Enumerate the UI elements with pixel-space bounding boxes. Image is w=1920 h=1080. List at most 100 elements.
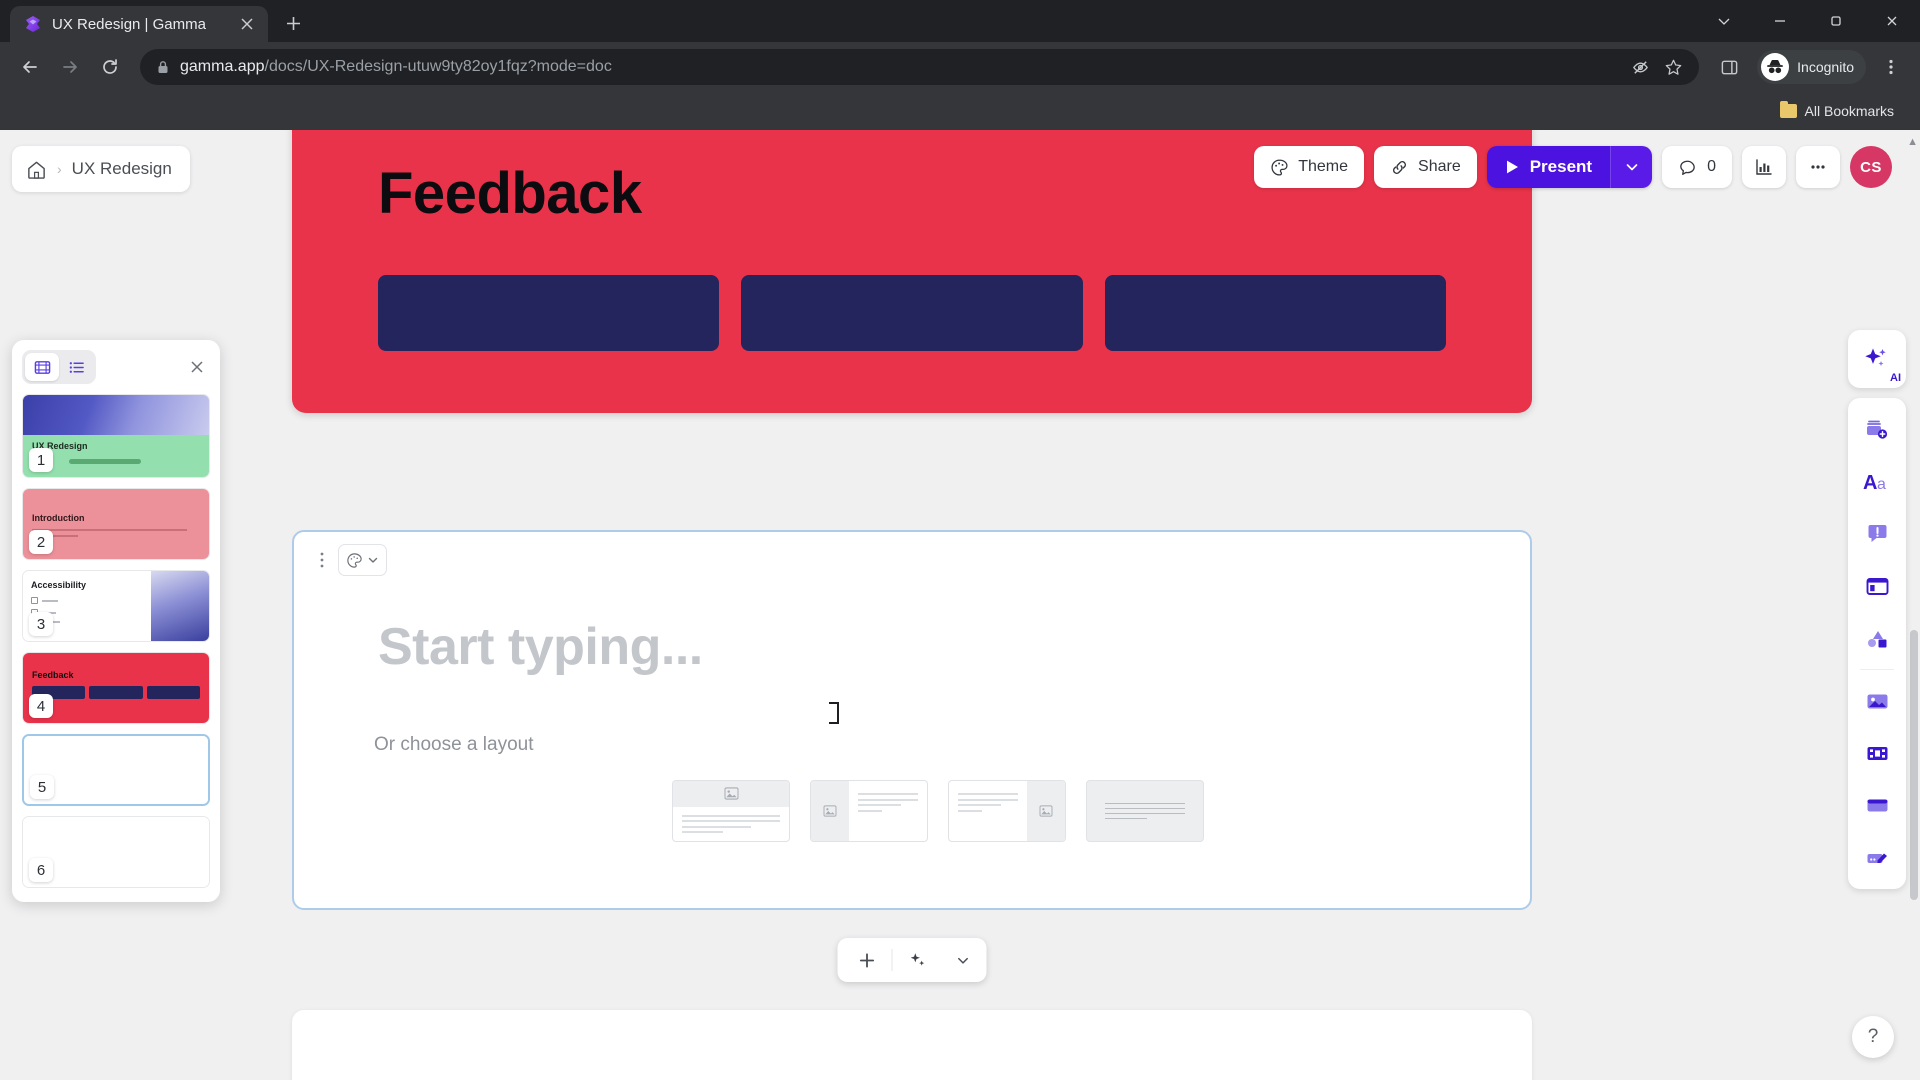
list-view-icon[interactable]: [59, 353, 93, 381]
layout-option-text-left-image-right[interactable]: [948, 780, 1066, 842]
slide-card-next[interactable]: [292, 1010, 1532, 1080]
ellipsis-icon: [1808, 157, 1828, 177]
reload-icon[interactable]: [92, 49, 128, 85]
ai-generate-button[interactable]: [893, 940, 943, 980]
comment-icon: [1678, 158, 1697, 177]
video-icon[interactable]: [1853, 729, 1901, 777]
breadcrumb-separator: ›: [57, 161, 62, 177]
all-bookmarks-button[interactable]: All Bookmarks: [1772, 99, 1902, 123]
slide-number: 1: [29, 448, 53, 472]
ai-label: AI: [1890, 372, 1901, 384]
tab-title: UX Redesign | Gamma: [52, 15, 206, 33]
app-toolbar: Theme Share Present 0 CS: [1254, 146, 1892, 188]
image-icon[interactable]: [1853, 677, 1901, 725]
slide-thumbnail-2[interactable]: Introduction 2: [22, 488, 210, 560]
slide-accent-bar: [69, 459, 141, 464]
layout-option-text-only[interactable]: [1086, 780, 1204, 842]
slide-thumbnail-3[interactable]: Accessibility 3: [22, 570, 210, 642]
layout-options: [672, 780, 1204, 842]
slide-panel: UX Redesign 1 Introduction 2 Accessibili…: [12, 340, 220, 902]
page-scrollbar[interactable]: [1910, 630, 1918, 900]
view-toggle: [22, 350, 96, 384]
arrow-left-icon[interactable]: [12, 49, 48, 85]
browser-tab[interactable]: UX Redesign | Gamma: [10, 6, 268, 42]
svg-text:a: a: [1877, 476, 1886, 493]
eye-off-icon[interactable]: [1631, 58, 1650, 77]
rail-tool-group: Aa: [1848, 398, 1906, 889]
card-bar: [378, 275, 720, 351]
add-options-dropdown[interactable]: [943, 940, 983, 980]
grid-view-icon[interactable]: [25, 353, 59, 381]
slide-thumbnail-6[interactable]: 6: [22, 816, 210, 888]
profile-label: Incognito: [1797, 59, 1854, 75]
card-bar-row: [378, 275, 1446, 351]
help-button[interactable]: ?: [1852, 1016, 1894, 1058]
add-block-button[interactable]: [842, 940, 892, 980]
arrow-right-icon: [52, 49, 88, 85]
layout-icon[interactable]: [1853, 562, 1901, 610]
block-handles: [310, 544, 387, 576]
slide-panel-header: [22, 350, 210, 384]
chevron-down-icon[interactable]: [1696, 0, 1752, 42]
avatar[interactable]: CS: [1850, 146, 1892, 188]
url-domain: gamma.app: [180, 58, 265, 75]
shapes-icon[interactable]: [1853, 614, 1901, 662]
callout-icon[interactable]: [1853, 510, 1901, 558]
svg-text:A: A: [1863, 472, 1877, 494]
new-tab-button[interactable]: [276, 6, 310, 40]
card-bar: [741, 275, 1083, 351]
close-icon[interactable]: [1864, 0, 1920, 42]
incognito-icon: [1761, 53, 1790, 81]
side-panel-icon[interactable]: [1711, 49, 1747, 85]
folder-icon: [1779, 101, 1797, 118]
layout-option-image-left-text-right[interactable]: [810, 780, 928, 842]
minimize-icon[interactable]: [1752, 0, 1808, 42]
close-icon[interactable]: [236, 13, 258, 35]
chart-bar-icon: [1754, 157, 1774, 177]
breadcrumb: › UX Redesign: [12, 146, 190, 192]
gamma-logo-icon: [24, 15, 42, 33]
slide-thumbnail-1[interactable]: UX Redesign 1: [22, 394, 210, 478]
present-label: Present: [1529, 157, 1593, 176]
help-label: ?: [1867, 1026, 1879, 1047]
chevron-down-icon: [367, 554, 379, 566]
kebab-menu-icon[interactable]: [1874, 50, 1908, 84]
drag-handle-icon[interactable]: [310, 544, 334, 576]
slide-title: Introduction: [32, 513, 85, 523]
slide-image: [23, 395, 209, 435]
ai-button[interactable]: AI: [1848, 330, 1906, 388]
present-button[interactable]: Present: [1486, 146, 1611, 188]
url-text: gamma.app/docs/UX-Redesign-utuw9ty82oy1f…: [180, 58, 612, 76]
share-button[interactable]: Share: [1374, 146, 1477, 188]
star-icon[interactable]: [1664, 58, 1683, 77]
slide-thumbnail-5[interactable]: 5: [22, 734, 210, 806]
start-typing-placeholder[interactable]: Start typing...: [378, 617, 703, 677]
text-icon[interactable]: Aa: [1853, 458, 1901, 506]
layout-option-image-top-text-bottom[interactable]: [672, 780, 790, 842]
analytics-button[interactable]: [1742, 146, 1786, 188]
address-bar[interactable]: gamma.app/docs/UX-Redesign-utuw9ty82oy1f…: [140, 49, 1700, 85]
comments-button[interactable]: 0: [1662, 146, 1732, 188]
empty-card-block[interactable]: Start typing... Or choose a layout: [292, 530, 1532, 910]
more-options-button[interactable]: [1796, 146, 1840, 188]
gamma-app: › UX Redesign Theme Share Present 0 CS F…: [0, 130, 1920, 1080]
profile-chip[interactable]: Incognito: [1757, 50, 1866, 84]
breadcrumb-title[interactable]: UX Redesign: [72, 159, 172, 179]
theme-button[interactable]: Theme: [1254, 146, 1365, 188]
slide-number: 5: [30, 775, 54, 799]
scroll-up-icon[interactable]: ▲: [1907, 136, 1918, 148]
share-label: Share: [1418, 158, 1461, 175]
add-card-icon[interactable]: [1853, 406, 1901, 454]
maximize-icon[interactable]: [1808, 0, 1864, 42]
present-dropdown-button[interactable]: [1610, 146, 1653, 188]
block-theme-button[interactable]: [338, 544, 387, 576]
slide-text-line: [32, 529, 187, 531]
home-icon[interactable]: [26, 159, 47, 180]
slide-thumbnail-4[interactable]: Feedback 4: [22, 652, 210, 724]
sparkles-icon: [908, 950, 928, 970]
drawing-icon[interactable]: [1853, 833, 1901, 881]
close-icon[interactable]: [184, 354, 210, 380]
document-canvas: Feedback Start typing... Or choose a lay…: [292, 130, 1532, 1080]
embed-icon[interactable]: [1853, 781, 1901, 829]
divider: [1860, 669, 1894, 670]
